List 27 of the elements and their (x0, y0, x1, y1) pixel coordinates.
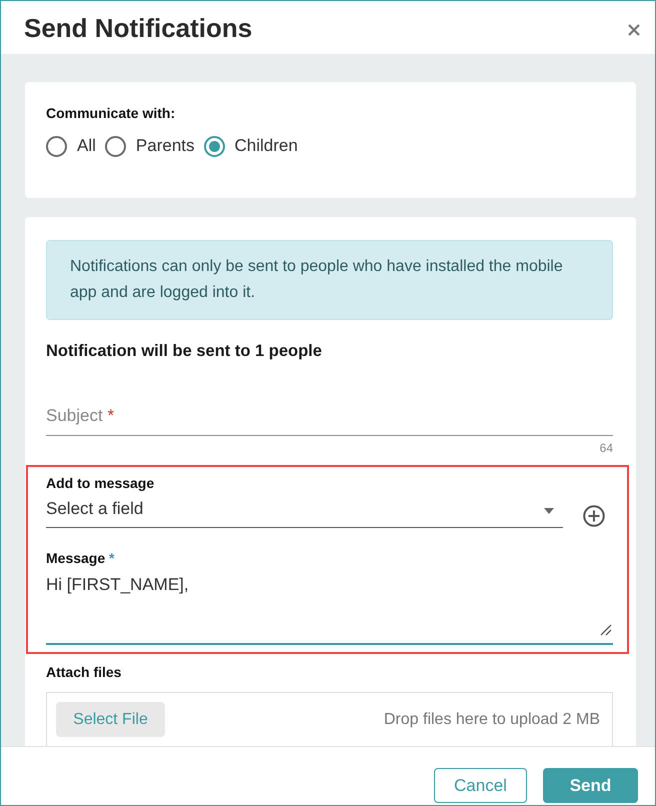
message-label: Message * (46, 549, 116, 567)
dropzone-hint: Drop files here to upload 2 MB (384, 710, 600, 730)
attach-files-label: Attach files (46, 663, 122, 681)
resize-handle-icon[interactable] (600, 624, 612, 636)
cancel-button[interactable]: Cancel (434, 768, 527, 803)
info-message: Notifications can only be sent to people who have installed the mobile app and are logged into it. (46, 240, 613, 320)
subject-field[interactable]: Subject * (46, 396, 613, 436)
close-icon (628, 24, 640, 36)
radio-label: All (77, 135, 96, 157)
close-button[interactable] (627, 22, 641, 36)
plus-circle-icon[interactable] (583, 505, 605, 527)
radio-button[interactable] (104, 136, 126, 156)
dialog-title: Send Notifications (24, 12, 252, 44)
radio-label: Parents (136, 135, 194, 157)
send-button[interactable]: Send (543, 768, 638, 803)
select-file-button[interactable]: Select File (56, 702, 165, 737)
radio-button[interactable] (204, 136, 224, 156)
message-field[interactable]: Hi [FIRST_NAME], (46, 567, 613, 645)
caret-icon (544, 508, 554, 514)
recipient-count-heading: Notification will be sent to 1 people (46, 341, 323, 362)
audience-label: Communicate with: (46, 104, 176, 122)
radio-label: Children (234, 135, 298, 157)
character-counter: 64 (598, 441, 613, 455)
radio-button[interactable] (46, 136, 67, 156)
select-field[interactable]: Select a field (46, 492, 564, 528)
subject-label: Subject * (46, 406, 114, 426)
add-to-message-label: Add to message (46, 474, 156, 492)
